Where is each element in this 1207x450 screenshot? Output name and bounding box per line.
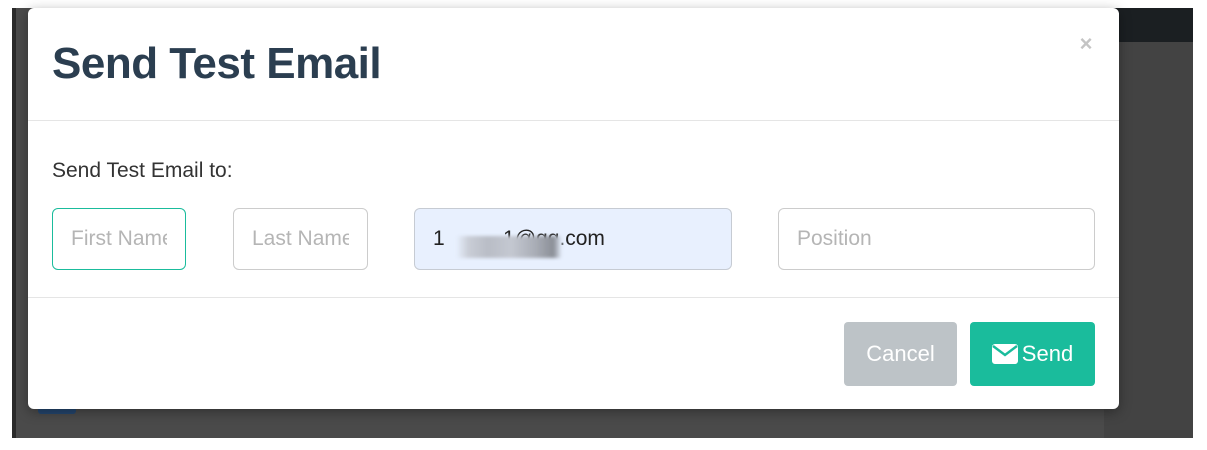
- last-name-input[interactable]: [233, 208, 368, 270]
- send-button[interactable]: Send: [970, 322, 1095, 386]
- send-to-label: Send Test Email to:: [52, 159, 233, 182]
- modal-header: Send Test Email ×: [28, 8, 1119, 121]
- send-test-email-modal: Send Test Email × Send Test Email to: Ca…: [28, 8, 1119, 409]
- background-page-edge: [12, 8, 16, 438]
- close-icon[interactable]: ×: [1078, 32, 1094, 56]
- cancel-button-label: Cancel: [866, 341, 935, 366]
- position-input[interactable]: [778, 208, 1095, 270]
- cancel-button[interactable]: Cancel: [844, 322, 957, 386]
- send-button-label: Send: [1021, 341, 1074, 366]
- redacted-email-mask: [456, 236, 562, 258]
- modal-footer: Cancel Send: [28, 297, 1119, 409]
- first-name-input[interactable]: [52, 208, 186, 270]
- modal-body: Send Test Email to:: [28, 121, 1119, 297]
- envelope-icon: [991, 344, 1018, 364]
- modal-title: Send Test Email: [52, 39, 382, 88]
